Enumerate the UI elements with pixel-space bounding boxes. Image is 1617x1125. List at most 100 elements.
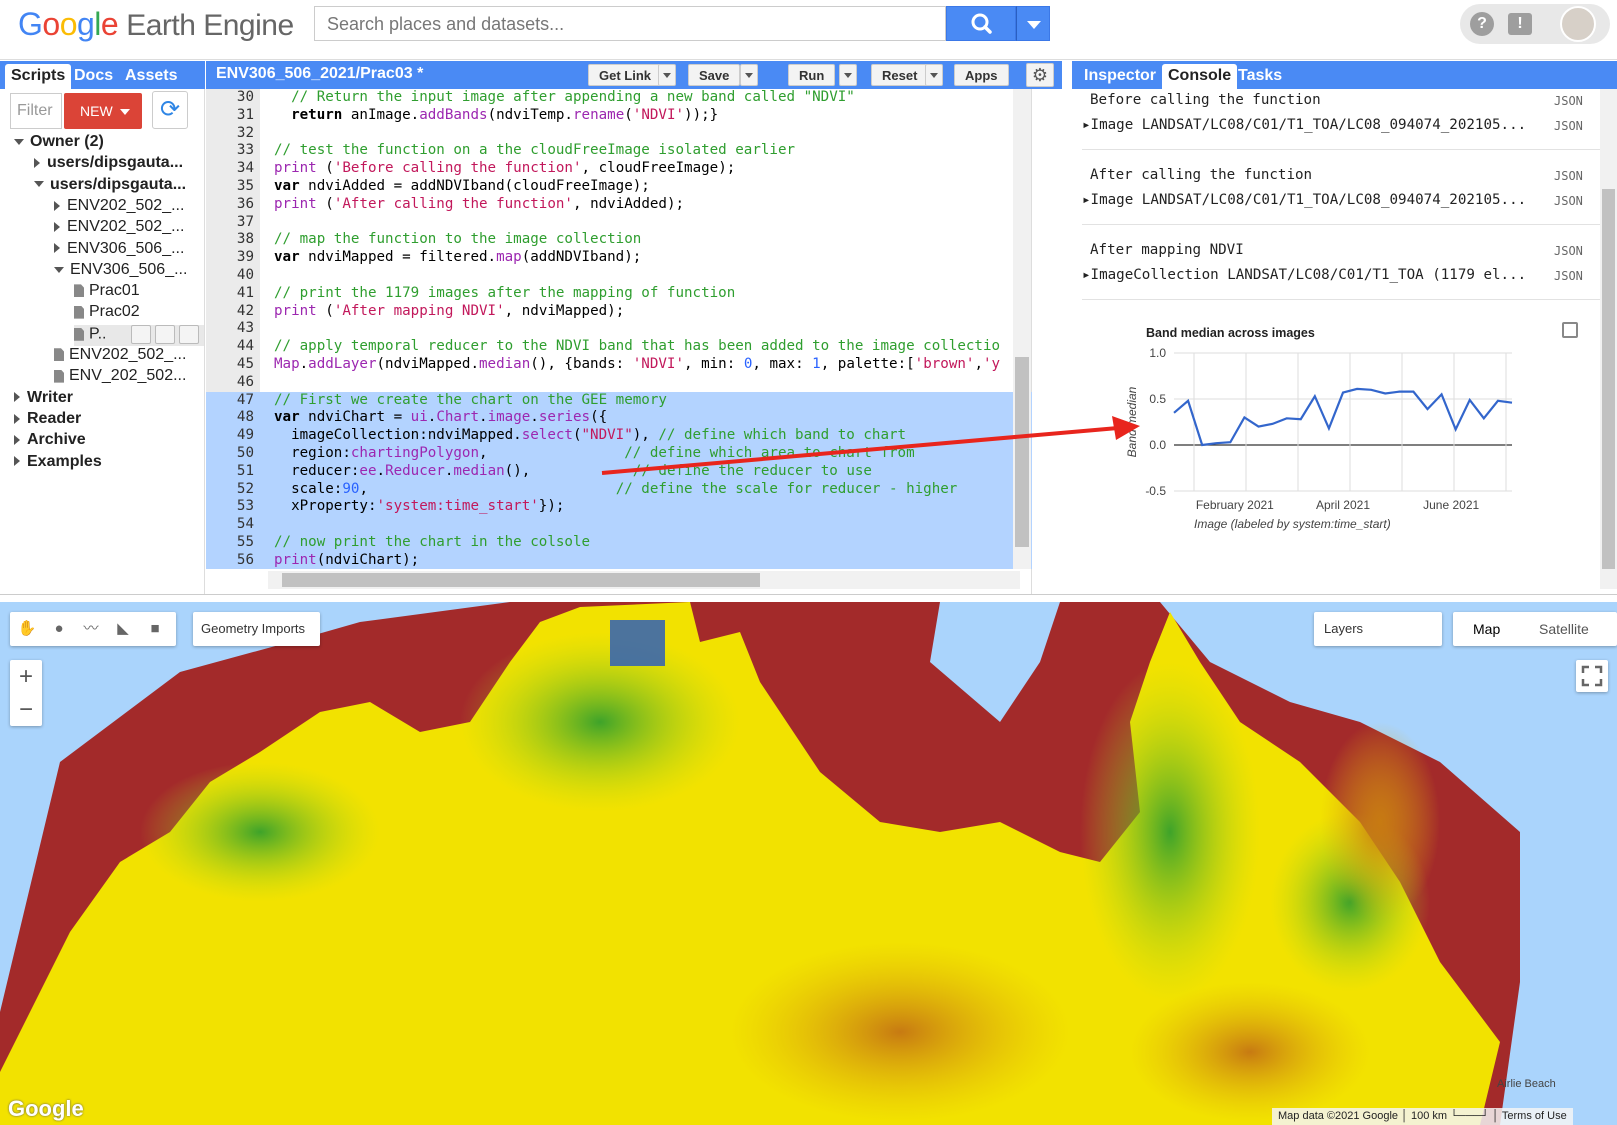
code-line[interactable]: 41 // print the 1179 images after the map… <box>206 285 1032 303</box>
tab-scripts[interactable]: Scripts <box>5 64 72 89</box>
map-type-satellite[interactable]: Satellite <box>1539 621 1589 637</box>
new-button[interactable]: NEW <box>64 93 142 129</box>
google-earth-engine-logo[interactable]: Google Earth Engine <box>18 6 294 43</box>
tree-item[interactable]: ENV202_502_... <box>54 346 186 367</box>
fullscreen-icon[interactable] <box>1576 660 1608 692</box>
json-link[interactable]: JSON <box>1554 169 1583 183</box>
code-line[interactable]: 54 <box>206 516 1032 534</box>
pan-hand-icon[interactable]: ✋ <box>16 618 38 640</box>
json-link[interactable]: JSON <box>1554 94 1583 108</box>
gear-icon[interactable]: ⚙ <box>1026 63 1054 87</box>
code-line[interactable]: 42 print ('After mapping NDVI', ndviMappe… <box>206 303 1032 321</box>
code-line[interactable]: 56 print(ndviChart); <box>206 551 1032 569</box>
tree-item[interactable]: Writer <box>14 389 73 410</box>
tree-item[interactable]: Archive <box>14 431 86 452</box>
tab-tasks[interactable]: Tasks <box>1232 64 1288 89</box>
code-line[interactable]: 47 // First we create the chart on the GE… <box>206 391 1032 410</box>
tree-item[interactable]: ENV306_506_... <box>54 261 187 282</box>
console-entry[interactable]: ▸Image LANDSAT/LC08/C01/T1_TOA/LC08_0940… <box>1082 117 1526 133</box>
zoom-out-button[interactable]: − <box>10 693 42 726</box>
run-button[interactable]: Run <box>788 64 836 86</box>
reset-dropdown[interactable] <box>925 64 943 86</box>
code-line[interactable]: 53 xProperty:'system:time_start'}); <box>206 498 1032 517</box>
code-line[interactable]: 30 // Return the input image after appen… <box>206 89 1032 107</box>
get-link-button[interactable]: Get Link <box>588 64 663 86</box>
tree-item[interactable]: P.. <box>74 324 204 346</box>
tree-item[interactable]: Reader <box>14 410 81 431</box>
geometry-imports-button[interactable]: Geometry Imports <box>193 612 320 646</box>
polygon-icon[interactable]: ◣ <box>112 618 134 640</box>
save-button[interactable]: Save <box>688 64 741 86</box>
zoom-in-button[interactable]: + <box>10 660 42 693</box>
json-link[interactable]: JSON <box>1554 269 1583 283</box>
edit-icon[interactable] <box>154 324 175 344</box>
code-line[interactable]: 40 <box>206 267 1032 285</box>
code-line[interactable]: 45 Map.addLayer(ndviMapped.median(), {ban… <box>206 356 1032 374</box>
scroll-thumb[interactable] <box>1015 357 1029 547</box>
code-area[interactable]: 30 // Return the input image after appen… <box>206 89 1032 569</box>
code-editor[interactable]: 30 // Return the input image after appen… <box>206 89 1032 594</box>
filter-input[interactable]: Filter <box>10 93 62 129</box>
avatar[interactable] <box>1560 6 1596 42</box>
rectangle-icon[interactable]: ■ <box>144 618 166 640</box>
code-line[interactable]: 32 <box>206 125 1032 143</box>
code-line[interactable]: 43 <box>206 320 1032 338</box>
tree-item[interactable]: users/dipsgauta... <box>34 154 183 175</box>
help-icon[interactable]: ? <box>1470 12 1494 36</box>
map-view[interactable]: ✋ ● 〰 ◣ ■ Geometry Imports + − Layers Ma… <box>0 602 1617 1125</box>
tree-item[interactable]: users/dipsgauta... <box>34 176 186 197</box>
search-options-dropdown[interactable] <box>1016 6 1050 41</box>
charting-polygon[interactable] <box>610 620 665 666</box>
console-entry[interactable]: ▸Image LANDSAT/LC08/C01/T1_TOA/LC08_0940… <box>1082 192 1526 208</box>
code-line[interactable]: 52 scale:90, // define the scale for red… <box>206 480 1032 499</box>
scroll-thumb[interactable] <box>1602 189 1615 569</box>
apps-button[interactable]: Apps <box>954 64 1009 86</box>
tab-console[interactable]: Console <box>1162 64 1238 89</box>
search-button[interactable] <box>946 6 1016 41</box>
tree-item[interactable]: Owner (2) <box>14 133 104 154</box>
tree-item[interactable]: Prac01 <box>74 282 140 303</box>
tree-item[interactable]: Prac02 <box>74 303 140 324</box>
console-scrollbar[interactable] <box>1600 89 1617 589</box>
code-line[interactable]: 34 print ('Before calling the function', … <box>206 160 1032 178</box>
popout-icon[interactable] <box>1562 322 1578 338</box>
tab-assets[interactable]: Assets <box>119 64 183 89</box>
code-line[interactable]: 39 var ndviMapped = filtered.map(addNDVIb… <box>206 249 1032 267</box>
tree-item[interactable]: Examples <box>14 453 102 474</box>
json-link[interactable]: JSON <box>1554 194 1583 208</box>
tab-docs[interactable]: Docs <box>68 64 119 89</box>
delete-icon[interactable] <box>178 324 199 344</box>
code-line[interactable]: 44 // apply temporal reducer to the NDVI … <box>206 338 1032 356</box>
get-link-dropdown[interactable] <box>658 64 676 86</box>
map-type-map[interactable]: Map <box>1473 621 1500 637</box>
code-line[interactable]: 50 region:chartingPolygon, // define whi… <box>206 445 1032 463</box>
layers-button[interactable]: Layers <box>1314 612 1442 646</box>
tree-item[interactable]: ENV306_506_... <box>54 240 184 261</box>
history-icon[interactable] <box>130 324 151 344</box>
json-link[interactable]: JSON <box>1554 119 1583 133</box>
tab-inspector[interactable]: Inspector <box>1078 64 1162 89</box>
panel-splitter[interactable] <box>0 594 1617 602</box>
feedback-icon[interactable]: ! <box>1508 13 1532 35</box>
code-line[interactable]: 35 var ndviAdded = addNDVIband(cloudFreeI… <box>206 178 1032 196</box>
editor-vertical-scrollbar[interactable] <box>1013 89 1031 569</box>
code-line[interactable]: 31 return anImage.addBands(ndviTemp.rena… <box>206 107 1032 125</box>
code-line[interactable]: 51 reducer:ee.Reducer.median(), // defin… <box>206 462 1032 481</box>
tree-item[interactable]: ENV_202_502... <box>54 367 186 388</box>
code-line[interactable]: 38 // map the function to the image colle… <box>206 231 1032 249</box>
code-line[interactable]: 48 var ndviChart = ui.Chart.image.series(… <box>206 409 1032 428</box>
code-line[interactable]: 36 print ('After calling the function', n… <box>206 196 1032 214</box>
code-line[interactable]: 37 <box>206 214 1032 232</box>
reset-button[interactable]: Reset <box>871 64 929 86</box>
map-attribution[interactable]: Map data ©2021 Google │ 100 km └───┘ │ T… <box>1272 1108 1573 1125</box>
save-dropdown[interactable] <box>740 64 758 86</box>
tree-item[interactable]: ENV202_502_... <box>54 218 184 239</box>
refresh-icon[interactable]: ⟳ <box>152 91 188 129</box>
json-link[interactable]: JSON <box>1554 244 1583 258</box>
code-line[interactable]: 33 // test the function on a the cloudFre… <box>206 142 1032 160</box>
editor-horizontal-scrollbar[interactable] <box>268 571 1020 589</box>
console-entry[interactable]: ▸ImageCollection LANDSAT/LC08/C01/T1_TOA… <box>1082 267 1526 283</box>
line-icon[interactable]: 〰 <box>80 618 102 640</box>
code-line[interactable]: 49 imageCollection:ndviMapped.select("ND… <box>206 427 1032 445</box>
search-input[interactable]: Search places and datasets... <box>314 6 946 41</box>
